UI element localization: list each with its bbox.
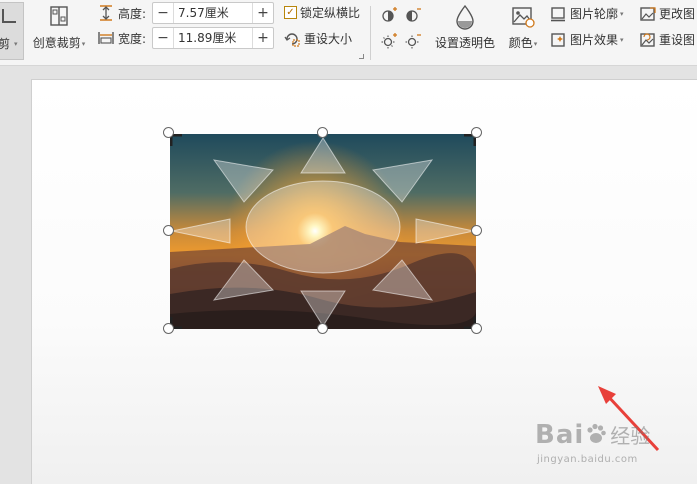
height-increase-button[interactable]: + xyxy=(253,3,273,23)
watermark-url: jingyan.baidu.com xyxy=(537,454,638,465)
color-button[interactable]: 颜色▾ xyxy=(503,4,543,51)
group-separator xyxy=(370,6,371,60)
picture-outline-button[interactable]: 图片轮廓 ▾ xyxy=(550,5,624,22)
set-transparent-color-button[interactable]: 设置透明色 xyxy=(434,4,496,51)
contrast-down-icon[interactable] xyxy=(404,32,422,50)
chevron-down-icon: ▾ xyxy=(620,35,624,44)
height-decrease-button[interactable]: − xyxy=(153,3,173,23)
lock-aspect-ratio-checkbox[interactable]: ✓ xyxy=(284,6,297,19)
width-input[interactable]: 11.89厘米 xyxy=(173,28,253,48)
chevron-down-icon: ▾ xyxy=(81,39,86,48)
set-transparent-color-label: 设置透明色 xyxy=(434,36,495,50)
change-picture-icon xyxy=(640,6,656,21)
width-increase-button[interactable]: + xyxy=(253,28,273,48)
brightness-down-icon[interactable] xyxy=(380,32,398,50)
chevron-down-icon: ▾ xyxy=(620,9,624,18)
resize-handle-left[interactable] xyxy=(163,225,174,236)
picture-effect-label: 图片效果 xyxy=(570,33,619,47)
reset-picture-button[interactable]: 重设图 xyxy=(640,31,695,48)
resize-handle-bottom-left[interactable] xyxy=(163,323,174,334)
chevron-down-icon: ▾ xyxy=(533,39,538,48)
change-picture-label: 更改图 xyxy=(659,7,696,21)
paw-icon xyxy=(584,423,608,446)
transparent-color-icon xyxy=(434,4,496,30)
baidu-watermark: Bai 经验 jingyan.baidu.com xyxy=(535,420,651,465)
watermark-brand-cn: 经验 xyxy=(610,424,651,448)
lock-aspect-ratio-label: 锁定纵横比 xyxy=(300,6,361,20)
height-input[interactable]: 7.57厘米 xyxy=(173,3,253,23)
color-icon xyxy=(503,4,543,30)
lock-aspect-ratio-toggle[interactable]: ✓ 锁定纵横比 xyxy=(284,4,360,21)
change-picture-button[interactable]: 更改图 xyxy=(640,5,695,22)
height-icon xyxy=(100,5,112,21)
picture-effect-button[interactable]: 图片效果 ▾ xyxy=(550,31,624,48)
width-row: 宽度: − 11.89厘米 + xyxy=(98,27,274,49)
reset-size-button[interactable]: 重设大小 xyxy=(284,30,352,47)
creative-crop-icon xyxy=(30,4,88,30)
creative-crop-label: 创意裁剪 xyxy=(32,36,81,50)
selected-picture[interactable] xyxy=(170,134,476,329)
reset-picture-label: 重设图 xyxy=(659,33,696,47)
dialog-launcher-icon[interactable] xyxy=(359,54,364,59)
reset-picture-icon xyxy=(640,32,655,47)
color-label: 颜色 xyxy=(508,36,533,50)
width-label: 宽度: xyxy=(118,31,147,46)
crop-button[interactable]: 剪 ▾ xyxy=(0,2,24,60)
width-icon xyxy=(98,32,114,44)
watermark-brand: Bai xyxy=(535,420,585,450)
crop-label: 剪 xyxy=(0,37,11,51)
reset-size-icon xyxy=(284,32,300,47)
brightness-up-icon[interactable] xyxy=(380,6,398,24)
height-stepper[interactable]: − 7.57厘米 + xyxy=(152,2,274,24)
resize-handle-bottom[interactable] xyxy=(317,323,328,334)
width-stepper[interactable]: − 11.89厘米 + xyxy=(152,27,274,49)
resize-handle-right[interactable] xyxy=(471,225,482,236)
reset-size-label: 重设大小 xyxy=(304,32,353,46)
resize-handle-top-right[interactable] xyxy=(471,127,482,138)
picture-outline-label: 图片轮廓 xyxy=(570,7,619,21)
height-row: 高度: − 7.57厘米 + xyxy=(98,2,274,24)
creative-crop-button[interactable]: 创意裁剪▾ xyxy=(30,4,88,51)
picture-tools-ribbon: 剪 ▾ 创意裁剪▾ 高度: − 7.57厘米 + 宽度: − 11.89厘米 +… xyxy=(0,0,697,66)
width-decrease-button[interactable]: − xyxy=(153,28,173,48)
chevron-down-icon: ▾ xyxy=(14,40,18,48)
resize-handle-top[interactable] xyxy=(317,127,328,138)
sunset-image xyxy=(170,134,476,329)
effect-icon xyxy=(551,32,565,47)
resize-handle-top-left[interactable] xyxy=(163,127,174,138)
contrast-up-icon[interactable] xyxy=(404,6,422,24)
resize-handle-bottom-right[interactable] xyxy=(471,323,482,334)
outline-icon xyxy=(551,6,565,21)
crop-icon xyxy=(2,9,16,23)
height-label: 高度: xyxy=(118,6,147,21)
